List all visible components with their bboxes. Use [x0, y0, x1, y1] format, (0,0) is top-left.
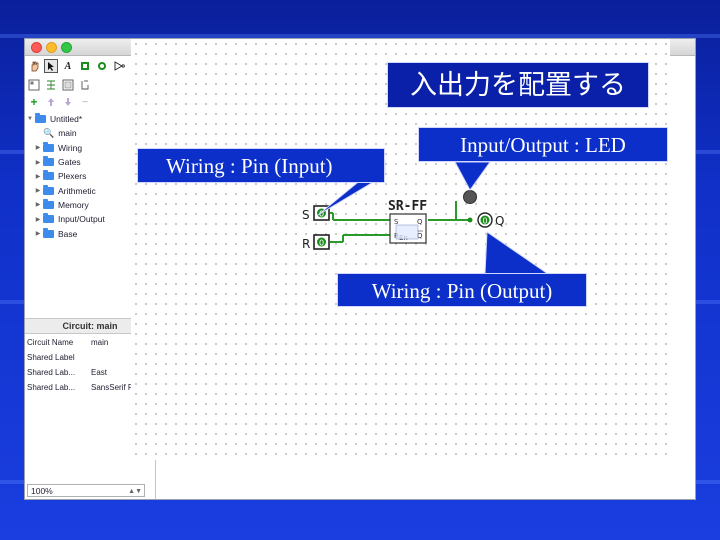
- callout-output-pin: Wiring : Pin (Output): [337, 273, 587, 307]
- callout-input-pin: Wiring : Pin (Input): [137, 148, 385, 183]
- led-callout-pointer: [454, 161, 491, 191]
- callout-led: Input/Output : LED: [418, 127, 668, 162]
- slide-title: 入出力を配置する: [387, 62, 649, 108]
- output-callout-pointer: [484, 231, 550, 275]
